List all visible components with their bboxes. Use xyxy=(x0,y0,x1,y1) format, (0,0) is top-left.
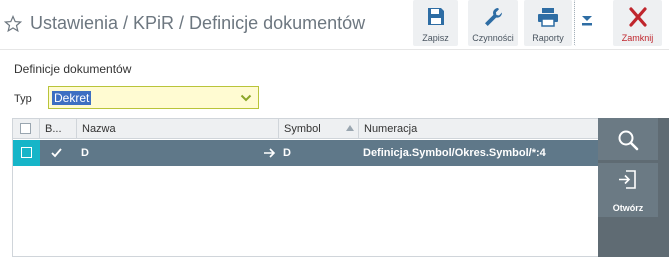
open-button[interactable]: Otwórz xyxy=(598,163,658,217)
row-select-cell xyxy=(13,140,40,166)
save-label: Zapisz xyxy=(422,33,449,43)
open-icon xyxy=(619,170,636,189)
select-all-checkbox[interactable] xyxy=(20,123,31,134)
header: Ustawienia / KPiR / Definicje dokumentów… xyxy=(0,0,669,50)
table-header: B... Nazwa Symbol Numeracja xyxy=(13,119,599,139)
row-nazwa: D xyxy=(81,147,89,159)
chevron-down-icon[interactable] xyxy=(240,92,252,104)
table-row[interactable]: D D Definicja.Symbol/Okres.Symbol/*:4 xyxy=(13,140,599,166)
arrow-right-icon[interactable] xyxy=(263,147,276,159)
check-icon xyxy=(51,148,62,158)
open-label: Otwórz xyxy=(612,203,644,213)
column-header-symbol[interactable]: Symbol xyxy=(279,119,359,139)
row-symbol: D xyxy=(283,147,291,159)
favorite-star-icon[interactable] xyxy=(4,15,22,33)
floppy-disk-icon xyxy=(427,8,444,25)
column-header-nazwa[interactable]: Nazwa xyxy=(77,119,279,139)
actions-button[interactable]: Czynności xyxy=(468,0,518,46)
close-icon xyxy=(628,7,647,27)
type-select[interactable]: Dekret xyxy=(48,86,259,109)
chevron-down-double-icon xyxy=(581,16,592,26)
column-header-b[interactable]: B... xyxy=(40,119,77,139)
definitions-table: B... Nazwa Symbol Numeracja D D Definicj… xyxy=(12,118,599,257)
save-button[interactable]: Zapisz xyxy=(413,0,458,46)
close-label: Zamknij xyxy=(621,33,654,43)
sort-ascending-icon xyxy=(346,125,354,131)
printer-icon xyxy=(538,8,558,27)
row-checkbox[interactable] xyxy=(21,147,32,158)
type-label: Typ xyxy=(14,93,32,105)
row-numeracja: Definicja.Symbol/Okres.Symbol/*:4 xyxy=(363,147,546,159)
column-header-symbol-label: Symbol xyxy=(284,123,321,135)
wrench-icon xyxy=(485,8,503,26)
type-select-value: Dekret xyxy=(52,91,92,105)
actions-label: Czynności xyxy=(472,33,514,43)
select-all-cell xyxy=(13,119,40,139)
section-title: Definicje dokumentów xyxy=(14,62,132,76)
reports-label: Raporty xyxy=(532,33,564,43)
reports-button[interactable]: Raporty xyxy=(524,0,572,46)
more-actions-button[interactable] xyxy=(574,0,598,46)
page-title: Ustawienia / KPiR / Definicje dokumentów xyxy=(30,13,366,33)
close-button[interactable]: Zamknij xyxy=(613,0,662,46)
search-button[interactable] xyxy=(598,118,658,160)
search-icon xyxy=(618,130,639,151)
column-header-numeracja[interactable]: Numeracja xyxy=(359,119,599,139)
